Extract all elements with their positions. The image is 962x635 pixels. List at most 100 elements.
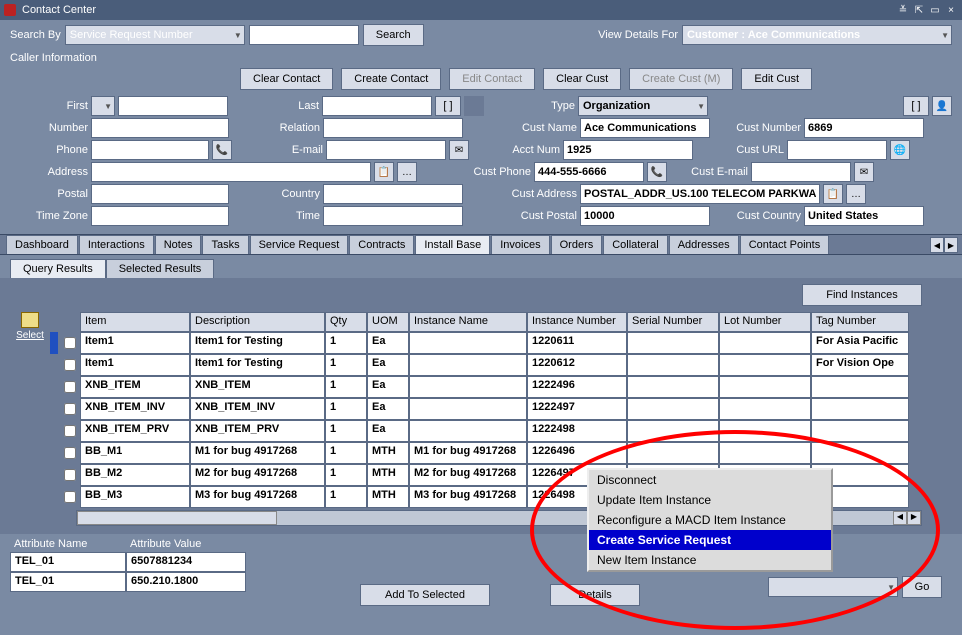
row-checkbox[interactable] bbox=[64, 403, 76, 415]
row-checkbox[interactable] bbox=[64, 447, 76, 459]
cell-uom[interactable]: Ea bbox=[367, 420, 409, 442]
cell-qty[interactable]: 1 bbox=[325, 464, 367, 486]
table-row[interactable]: BB_M1M1 for bug 49172681MTHM1 for bug 49… bbox=[50, 442, 952, 464]
cust-phone-input[interactable] bbox=[534, 162, 644, 182]
cell-desc[interactable]: Item1 for Testing bbox=[190, 354, 325, 376]
cell-uom[interactable]: MTH bbox=[367, 486, 409, 508]
table-row[interactable]: XNB_ITEMXNB_ITEM1Ea1222496 bbox=[50, 376, 952, 398]
phone-icon[interactable]: 📞 bbox=[212, 140, 232, 160]
view-details-combo[interactable]: Customer : Ace Communications▼ bbox=[682, 25, 952, 45]
address-more-icon[interactable]: … bbox=[397, 162, 417, 182]
phone-input[interactable] bbox=[91, 140, 209, 160]
country-input[interactable] bbox=[323, 184, 463, 204]
cell-iname[interactable]: M1 for bug 4917268 bbox=[409, 442, 527, 464]
tab-addresses[interactable]: Addresses bbox=[669, 235, 739, 254]
cell-desc[interactable]: M2 for bug 4917268 bbox=[190, 464, 325, 486]
menu-item-create-service-request[interactable]: Create Service Request bbox=[589, 530, 831, 550]
cell-item[interactable]: XNB_ITEM_INV bbox=[80, 398, 190, 420]
add-to-selected-button[interactable]: Add To Selected bbox=[360, 584, 490, 606]
scroll-right-icon[interactable]: ▶ bbox=[907, 511, 921, 525]
edit-cust-button[interactable]: Edit Cust bbox=[741, 68, 812, 90]
address-input[interactable] bbox=[91, 162, 371, 182]
cell-uom[interactable]: Ea bbox=[367, 398, 409, 420]
cell-qty[interactable]: 1 bbox=[325, 420, 367, 442]
cust-phone-icon[interactable]: 📞 bbox=[647, 162, 667, 182]
time-input[interactable] bbox=[323, 206, 463, 226]
number-input[interactable] bbox=[91, 118, 229, 138]
col-header[interactable]: Instance Number bbox=[527, 312, 627, 332]
edit-contact-button[interactable]: Edit Contact bbox=[449, 68, 535, 90]
scroll-left-icon[interactable]: ◀ bbox=[893, 511, 907, 525]
cell-item[interactable]: Item1 bbox=[80, 354, 190, 376]
cell-tn[interactable]: For Asia Pacific bbox=[811, 332, 909, 354]
cust-email-icon[interactable]: ✉ bbox=[854, 162, 874, 182]
col-header[interactable]: Qty bbox=[325, 312, 367, 332]
tab-orders[interactable]: Orders bbox=[551, 235, 603, 254]
go-button[interactable]: Go bbox=[902, 576, 942, 598]
tab-notes[interactable]: Notes bbox=[155, 235, 202, 254]
cell-desc[interactable]: M1 for bug 4917268 bbox=[190, 442, 325, 464]
tab-scroll-right-icon[interactable]: ▶ bbox=[944, 237, 958, 253]
cell-item[interactable]: Item1 bbox=[80, 332, 190, 354]
type-combo[interactable]: Organization▼ bbox=[578, 96, 708, 116]
row-checkbox[interactable] bbox=[64, 337, 76, 349]
cell-iname[interactable]: M3 for bug 4917268 bbox=[409, 486, 527, 508]
find-instances-button[interactable]: Find Instances bbox=[802, 284, 922, 306]
cell-sn[interactable] bbox=[627, 354, 719, 376]
menu-item-disconnect[interactable]: Disconnect bbox=[589, 470, 831, 490]
col-header[interactable]: Item bbox=[80, 312, 190, 332]
cell-ln[interactable] bbox=[719, 398, 811, 420]
cell-iname[interactable] bbox=[409, 376, 527, 398]
timezone-input[interactable] bbox=[91, 206, 229, 226]
cell-iname[interactable] bbox=[409, 398, 527, 420]
cell-ln[interactable] bbox=[719, 354, 811, 376]
subtab-query-results[interactable]: Query Results bbox=[10, 259, 106, 278]
tab-contracts[interactable]: Contracts bbox=[349, 235, 414, 254]
cell-item[interactable]: BB_M3 bbox=[80, 486, 190, 508]
menu-item-new-item-instance[interactable]: New Item Instance bbox=[589, 550, 831, 570]
search-by-combo[interactable]: Service Request Number▼ bbox=[65, 25, 245, 45]
cell-iname[interactable]: M2 for bug 4917268 bbox=[409, 464, 527, 486]
cell-qty[interactable]: 1 bbox=[325, 398, 367, 420]
cell-sn[interactable] bbox=[627, 376, 719, 398]
cust-email-input[interactable] bbox=[751, 162, 851, 182]
table-row[interactable]: Item1Item1 for Testing1Ea1220611For Asia… bbox=[50, 332, 952, 354]
cust-postal-input[interactable] bbox=[580, 206, 710, 226]
col-header[interactable]: Lot Number bbox=[719, 312, 811, 332]
cell-item[interactable]: XNB_ITEM bbox=[80, 376, 190, 398]
menu-item-update-item-instance[interactable]: Update Item Instance bbox=[589, 490, 831, 510]
email-icon[interactable]: ✉ bbox=[449, 140, 469, 160]
cell-uom[interactable]: MTH bbox=[367, 464, 409, 486]
restore-icon[interactable]: ⇱ bbox=[912, 3, 926, 17]
clear-contact-button[interactable]: Clear Contact bbox=[240, 68, 333, 90]
row-checkbox[interactable] bbox=[64, 425, 76, 437]
scrollbar-thumb[interactable] bbox=[77, 511, 277, 525]
search-button[interactable]: Search bbox=[363, 24, 424, 46]
relation-input[interactable] bbox=[323, 118, 463, 138]
email-input[interactable] bbox=[326, 140, 446, 160]
cell-iname[interactable] bbox=[409, 354, 527, 376]
tab-invoices[interactable]: Invoices bbox=[491, 235, 549, 254]
col-header[interactable]: Instance Name bbox=[409, 312, 527, 332]
cell-qty[interactable]: 1 bbox=[325, 332, 367, 354]
cell-inum[interactable]: 1222497 bbox=[527, 398, 627, 420]
cell-desc[interactable]: M3 for bug 4917268 bbox=[190, 486, 325, 508]
cell-uom[interactable]: MTH bbox=[367, 442, 409, 464]
cell-desc[interactable]: XNB_ITEM_INV bbox=[190, 398, 325, 420]
tab-contact-points[interactable]: Contact Points bbox=[740, 235, 830, 254]
address-lov-icon[interactable]: 📋 bbox=[374, 162, 394, 182]
attr-value-cell[interactable]: 6507881234 bbox=[126, 552, 246, 572]
close-icon[interactable]: × bbox=[944, 3, 958, 17]
table-row[interactable]: XNB_ITEM_INVXNB_ITEM_INV1Ea1222497 bbox=[50, 398, 952, 420]
col-header[interactable]: Tag Number bbox=[811, 312, 909, 332]
cell-tn[interactable] bbox=[811, 420, 909, 442]
subtab-selected-results[interactable]: Selected Results bbox=[106, 259, 215, 278]
cell-iname[interactable] bbox=[409, 332, 527, 354]
cust-address-lov-icon[interactable]: 📋 bbox=[823, 184, 843, 204]
row-checkbox[interactable] bbox=[64, 469, 76, 481]
cell-inum[interactable]: 1226496 bbox=[527, 442, 627, 464]
cust-address-more-icon[interactable]: … bbox=[846, 184, 866, 204]
cust-country-input[interactable] bbox=[804, 206, 924, 226]
create-contact-button[interactable]: Create Contact bbox=[341, 68, 441, 90]
cust-name-input[interactable] bbox=[580, 118, 710, 138]
